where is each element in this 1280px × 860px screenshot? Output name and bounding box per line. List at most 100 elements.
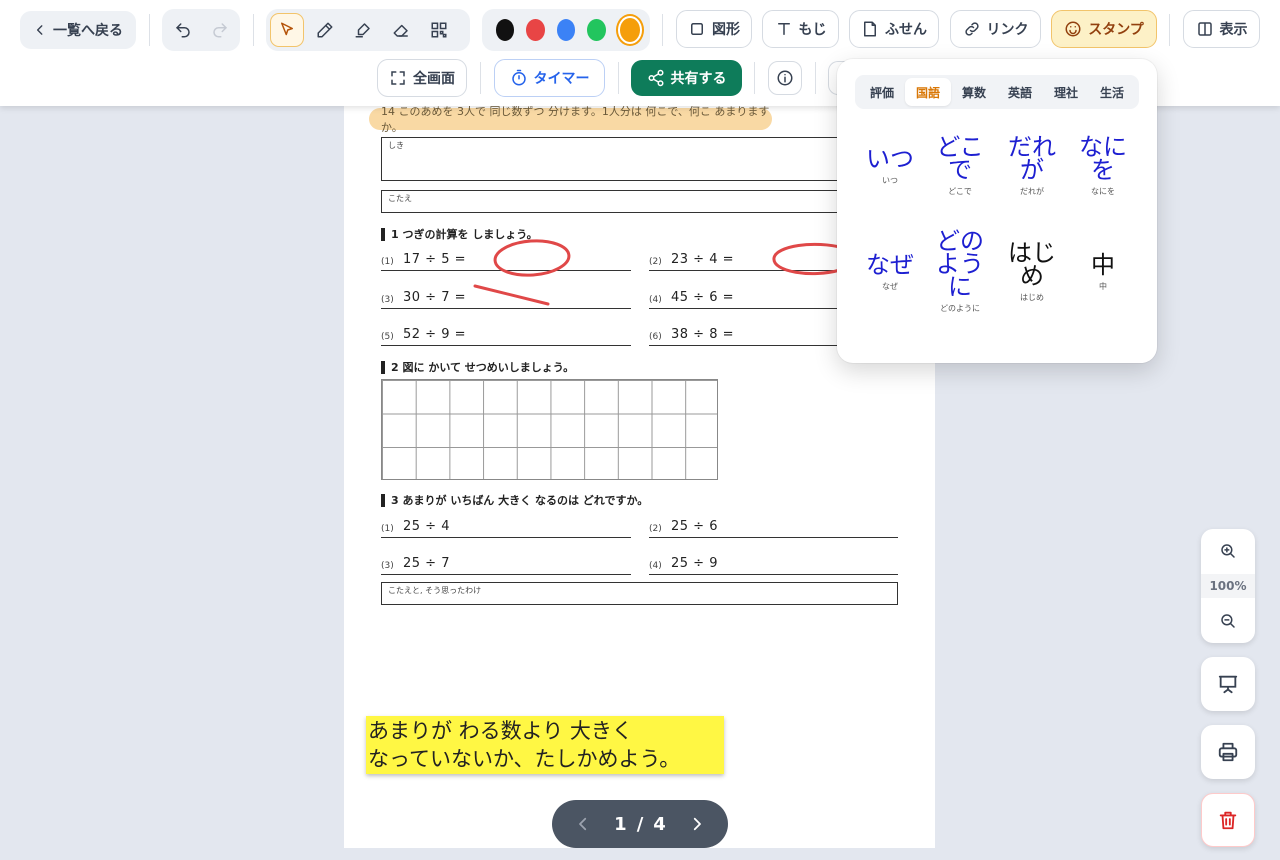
presentation-icon — [1218, 675, 1238, 694]
shape-label: 図形 — [712, 22, 740, 38]
print-button[interactable] — [1201, 725, 1255, 779]
fullscreen-label: 全画面 — [413, 71, 455, 87]
problem-expression: 45 ÷ 6 = — [671, 290, 734, 305]
problem-3-4: (4) 25 ÷ 9 — [649, 553, 898, 575]
problem-1: (1) 17 ÷ 5 = — [381, 249, 631, 271]
problem-expression: 17 ÷ 5 = — [403, 252, 466, 267]
stamp-text: どのように — [936, 227, 984, 301]
divider — [754, 62, 755, 94]
prev-page-button[interactable] — [574, 815, 592, 833]
problem-expression: 23 ÷ 4 = — [671, 252, 734, 267]
total-pages: 4 — [653, 813, 666, 835]
history-group — [162, 9, 240, 51]
next-page-button[interactable] — [688, 815, 706, 833]
printer-icon — [1218, 742, 1238, 762]
text-icon — [777, 23, 790, 35]
shiki-box[interactable]: しき — [381, 137, 898, 181]
view-button[interactable]: 表示 — [1183, 10, 1260, 48]
stamp-dare-ga[interactable]: だれが だれが — [997, 133, 1067, 197]
tab-science-social[interactable]: 理社 — [1043, 78, 1089, 106]
zoom-in-icon — [1221, 544, 1235, 558]
stamp-itsu[interactable]: いつ いつ — [855, 147, 925, 186]
eraser-icon — [393, 24, 408, 37]
columns-icon — [1197, 22, 1212, 36]
color-green[interactable] — [587, 19, 606, 41]
sticky-note-button[interactable]: ふせん — [849, 10, 939, 48]
problem-3-3: (3) 25 ÷ 7 — [381, 553, 631, 575]
stamp-naze[interactable]: なぜ なぜ — [855, 253, 925, 292]
highlighter-tool-button[interactable] — [346, 13, 380, 47]
section-1-text: 1 つぎの計算を しましょう。 — [391, 228, 538, 241]
qr-tool-button[interactable] — [422, 13, 456, 47]
stamp-caption: だれが — [1020, 187, 1044, 196]
section-marker — [381, 360, 385, 374]
stamp-text: だれが — [1008, 133, 1056, 184]
divider — [480, 62, 481, 94]
drawing-tools-group — [266, 9, 470, 51]
tab-evaluation[interactable]: 評価 — [859, 78, 905, 106]
link-icon — [964, 22, 979, 36]
chevron-left-icon — [579, 817, 587, 831]
delete-button[interactable] — [1201, 793, 1255, 847]
problem-3-1: (1) 25 ÷ 4 — [381, 516, 631, 538]
text-button[interactable]: もじ — [762, 10, 839, 48]
redo-icon — [212, 23, 227, 38]
stamp-doko-de[interactable]: どこで どこで — [925, 135, 995, 197]
problem-number: (4) — [649, 561, 662, 571]
undo-icon — [175, 23, 190, 38]
info-button[interactable] — [768, 61, 802, 95]
divider — [618, 62, 619, 94]
drawing-grid[interactable] — [381, 379, 718, 480]
chevron-left-icon — [36, 25, 43, 35]
stamp-dono-you-ni[interactable]: どのように どのように — [925, 227, 995, 314]
pointer-icon — [281, 22, 293, 36]
eraser-tool-button[interactable] — [384, 13, 418, 47]
stamp-caption: はじめ — [1020, 293, 1044, 302]
shape-button[interactable]: 図形 — [676, 10, 752, 48]
tab-math[interactable]: 算数 — [951, 78, 997, 106]
answer-box[interactable]: こたえ — [381, 190, 898, 213]
back-label: 一覧へ戻る — [53, 23, 123, 39]
stamp-hajime[interactable]: はじめ はじめ — [997, 241, 1067, 303]
problem-expression: 52 ÷ 9 = — [403, 327, 466, 342]
stamp-naka[interactable]: 中 中 — [1068, 253, 1138, 292]
answer-label: こたえ — [388, 194, 412, 203]
stamp-button[interactable]: スタンプ — [1051, 10, 1157, 48]
color-red[interactable] — [526, 19, 545, 41]
view-label: 表示 — [1219, 22, 1248, 38]
stamp-text: なにを — [1079, 133, 1127, 184]
share-icon — [648, 69, 663, 87]
tab-japanese[interactable]: 国語 — [905, 78, 951, 106]
section-1-title: 1 つぎの計算を しましょう。 — [381, 226, 538, 242]
tab-english[interactable]: 英語 — [997, 78, 1043, 106]
fullscreen-button[interactable]: 全画面 — [377, 59, 467, 97]
link-button[interactable]: リンク — [950, 10, 1041, 48]
present-button[interactable] — [1201, 657, 1255, 711]
undo-button[interactable] — [166, 13, 199, 47]
zoom-in-button[interactable] — [1211, 537, 1245, 565]
color-orange[interactable] — [617, 16, 643, 44]
link-label: リンク — [986, 22, 1029, 38]
stamp-nani-wo[interactable]: なにを なにを — [1068, 133, 1138, 197]
qr-code-icon — [431, 22, 447, 38]
stamp-category-tabs: 評価 国語 算数 英語 理社 生活 — [855, 75, 1139, 109]
color-palette — [482, 9, 650, 51]
section-2-title: 2 図に かいて せつめいしましょう。 — [381, 359, 574, 375]
problem-number: (2) — [649, 524, 662, 534]
page-navigator: 1 / 4 — [552, 800, 728, 848]
share-button[interactable]: 共有する — [631, 60, 742, 96]
divider — [815, 62, 816, 94]
color-black[interactable] — [496, 19, 515, 41]
back-button[interactable]: 一覧へ戻る — [20, 11, 136, 49]
sticky-note[interactable]: あまりが わる数より 大きく なっていないか、たしかめよう。 — [366, 716, 724, 774]
redo-button[interactable] — [203, 13, 236, 47]
info-icon — [777, 70, 793, 86]
pen-tool-button[interactable] — [308, 13, 342, 47]
timer-button[interactable]: タイマー — [494, 59, 605, 97]
tab-life[interactable]: 生活 — [1089, 78, 1135, 106]
zoom-out-button[interactable] — [1211, 607, 1245, 635]
select-tool-button[interactable] — [270, 13, 304, 47]
reason-box[interactable]: こたえと, そう思ったわけ — [381, 582, 898, 605]
color-blue[interactable] — [556, 19, 576, 41]
page-indicator: 1 / 4 — [614, 814, 666, 835]
